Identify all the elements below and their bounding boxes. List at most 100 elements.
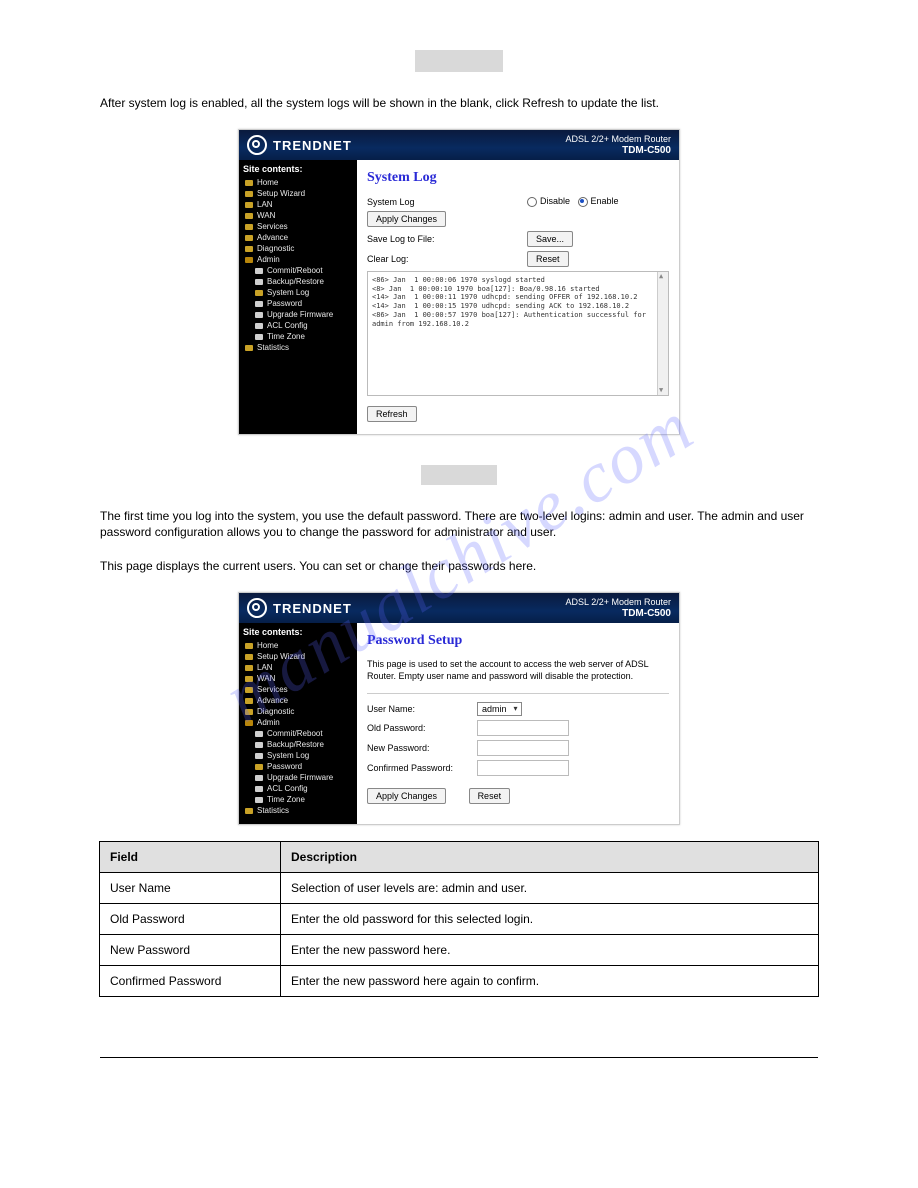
brand-logo-icon — [247, 135, 267, 155]
sidebar-item-statistics[interactable]: Statistics — [243, 342, 353, 353]
sidebar-item-advance[interactable]: Advance — [243, 232, 353, 243]
save-button[interactable]: Save... — [527, 231, 573, 247]
sidebar-item-services[interactable]: Services — [243, 221, 353, 232]
sidebar-item-label: Password — [267, 299, 302, 308]
sidebar-sub-upgrade-firmware[interactable]: Upgrade Firmware — [243, 309, 353, 320]
sidebar-sub-commit-reboot[interactable]: Commit/Reboot — [243, 265, 353, 276]
section-heading-2 — [0, 465, 918, 488]
sidebar: Site contents: Home Setup Wizard LAN WAN… — [239, 160, 357, 434]
table-row: Confirmed Password Enter the new passwor… — [100, 966, 819, 997]
folder-open-icon — [245, 257, 253, 263]
brand-logo-icon — [247, 598, 267, 618]
folder-icon — [245, 698, 253, 704]
folder-icon — [245, 235, 253, 241]
sidebar-item-label: Backup/Restore — [267, 740, 324, 749]
field-description-table: Field Description User Name Selection of… — [99, 841, 819, 997]
sidebar-item-advance[interactable]: Advance — [243, 695, 353, 706]
label-username: User Name: — [367, 704, 467, 714]
sidebar-item-label: Commit/Reboot — [267, 729, 323, 738]
folder-icon — [245, 224, 253, 230]
sidebar-sub-system-log[interactable]: System Log — [243, 287, 353, 298]
sidebar-item-label: Diagnostic — [257, 244, 294, 253]
main-panel: Password Setup This page is used to set … — [357, 623, 679, 824]
divider — [367, 693, 669, 694]
sidebar-item-label: Home — [257, 641, 278, 650]
folder-icon — [245, 643, 253, 649]
sidebar: Site contents: Home Setup Wizard LAN WAN… — [239, 623, 357, 824]
folder-icon — [245, 808, 253, 814]
sidebar-item-statistics[interactable]: Statistics — [243, 805, 353, 816]
page-description: This page is used to set the account to … — [367, 659, 669, 682]
page-icon — [255, 797, 263, 803]
radio-enable[interactable] — [578, 197, 588, 207]
username-select[interactable]: admin — [477, 702, 522, 716]
apply-changes-button[interactable]: Apply Changes — [367, 788, 446, 804]
sidebar-item-home[interactable]: Home — [243, 640, 353, 651]
cell-field: New Password — [100, 935, 281, 966]
brand-text: TRENDNET — [273, 138, 352, 153]
radio-disable[interactable] — [527, 197, 537, 207]
sidebar-sub-password[interactable]: Password — [243, 761, 353, 772]
page-icon — [255, 742, 263, 748]
sidebar-sub-backup-restore[interactable]: Backup/Restore — [243, 276, 353, 287]
sidebar-item-label: LAN — [257, 663, 273, 672]
sidebar-item-lan[interactable]: LAN — [243, 662, 353, 673]
confirmed-password-input[interactable] — [477, 760, 569, 776]
row-label-clear: Clear Log: — [367, 254, 477, 264]
sidebar-item-lan[interactable]: LAN — [243, 199, 353, 210]
sidebar-sub-upgrade-firmware[interactable]: Upgrade Firmware — [243, 772, 353, 783]
page-icon — [255, 753, 263, 759]
cell-description: Enter the new password here. — [281, 935, 819, 966]
sidebar-item-diagnostic[interactable]: Diagnostic — [243, 243, 353, 254]
sidebar-item-label: Setup Wizard — [257, 652, 305, 661]
sidebar-item-setup-wizard[interactable]: Setup Wizard — [243, 651, 353, 662]
sidebar-item-label: Home — [257, 178, 278, 187]
label-confirmed-password: Confirmed Password: — [367, 763, 467, 773]
sidebar-item-label: System Log — [267, 288, 309, 297]
cell-field: User Name — [100, 873, 281, 904]
sidebar-item-diagnostic[interactable]: Diagnostic — [243, 706, 353, 717]
cell-field: Confirmed Password — [100, 966, 281, 997]
page-title: System Log — [367, 170, 669, 186]
sidebar-sub-system-log[interactable]: System Log — [243, 750, 353, 761]
sidebar-sub-time-zone[interactable]: Time Zone — [243, 794, 353, 805]
sidebar-sub-acl-config[interactable]: ACL Config — [243, 320, 353, 331]
radio-disable-label: Disable — [540, 196, 570, 206]
sidebar-item-admin[interactable]: Admin — [243, 254, 353, 265]
label-new-password: New Password: — [367, 743, 467, 753]
refresh-button[interactable]: Refresh — [367, 406, 417, 422]
sidebar-header: Site contents: — [243, 627, 353, 637]
sidebar-item-home[interactable]: Home — [243, 177, 353, 188]
sidebar-item-wan[interactable]: WAN — [243, 673, 353, 684]
sidebar-sub-acl-config[interactable]: ACL Config — [243, 783, 353, 794]
new-password-input[interactable] — [477, 740, 569, 756]
page-icon — [255, 731, 263, 737]
old-password-input[interactable] — [477, 720, 569, 736]
sidebar-item-label: Diagnostic — [257, 707, 294, 716]
sidebar-item-label: ACL Config — [267, 784, 308, 793]
reset-button[interactable]: Reset — [469, 788, 511, 804]
table-row: User Name Selection of user levels are: … — [100, 873, 819, 904]
cell-field: Old Password — [100, 904, 281, 935]
folder-icon — [245, 213, 253, 219]
reset-button[interactable]: Reset — [527, 251, 569, 267]
folder-icon — [245, 345, 253, 351]
sidebar-sub-time-zone[interactable]: Time Zone — [243, 331, 353, 342]
sidebar-item-label: Password — [267, 762, 302, 771]
page-icon — [255, 312, 263, 318]
brand: TRENDNET — [247, 135, 352, 155]
page-icon — [255, 290, 263, 296]
sidebar-item-admin[interactable]: Admin — [243, 717, 353, 728]
sidebar-item-setup-wizard[interactable]: Setup Wizard — [243, 188, 353, 199]
brand-text: TRENDNET — [273, 601, 352, 616]
log-textarea[interactable]: <86> Jan 1 00:00:06 1970 syslogd started… — [367, 271, 669, 396]
apply-changes-button[interactable]: Apply Changes — [367, 211, 446, 227]
scrollbar[interactable] — [657, 272, 668, 395]
sidebar-item-services[interactable]: Services — [243, 684, 353, 695]
sidebar-sub-commit-reboot[interactable]: Commit/Reboot — [243, 728, 353, 739]
router-title: ADSL 2/2+ Modem Router TDM-C500 — [566, 135, 671, 156]
sidebar-sub-password[interactable]: Password — [243, 298, 353, 309]
sidebar-item-wan[interactable]: WAN — [243, 210, 353, 221]
sidebar-item-label: Services — [257, 222, 288, 231]
sidebar-sub-backup-restore[interactable]: Backup/Restore — [243, 739, 353, 750]
